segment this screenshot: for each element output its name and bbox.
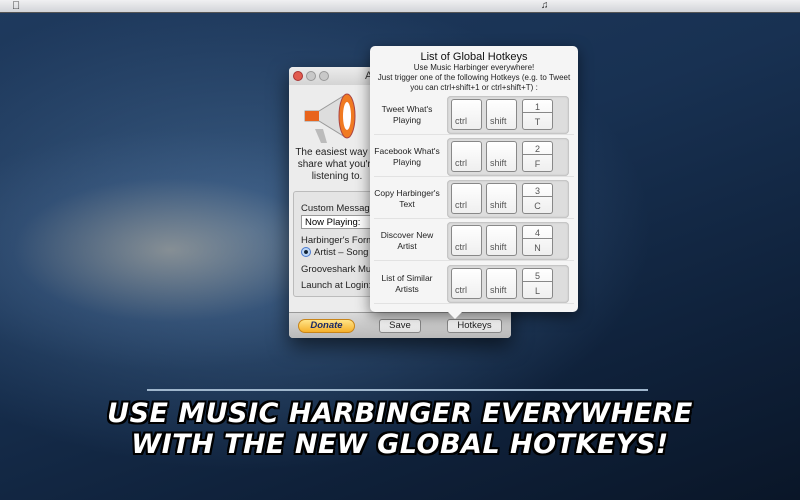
shift-key: shift	[486, 99, 517, 130]
menu-bar:  ♫	[0, 0, 800, 13]
window-footer: Donate Save Hotkeys	[289, 312, 511, 338]
hotkey-combo: ctrl shift 3C	[447, 180, 569, 218]
launch-at-login-label: Launch at Login:	[301, 280, 372, 291]
hotkey-combo: ctrl shift 5L	[447, 265, 569, 303]
popover-instructions: Just trigger one of the following Hotkey…	[377, 73, 571, 92]
hotkeys-button[interactable]: Hotkeys	[447, 319, 502, 333]
number-letter-key: 5L	[522, 268, 553, 299]
key-number: 2	[523, 144, 552, 155]
minimize-button[interactable]	[306, 71, 316, 81]
divider	[147, 389, 648, 391]
caption-line-1: USE MUSIC HARBINGER EVERYWHERE	[107, 398, 693, 429]
format-radio[interactable]	[301, 247, 311, 257]
key-label: ctrl	[455, 242, 467, 252]
hotkey-action-label: List of Similar Artists	[381, 273, 433, 294]
custom-message-label: Custom Message	[301, 203, 375, 214]
grooveshark-label: Grooveshark Musi	[301, 264, 379, 275]
number-letter-key: 3C	[522, 183, 553, 214]
hotkeys-popover: List of Global Hotkeys Use Music Harbing…	[370, 46, 578, 319]
key-number: 1	[523, 102, 552, 113]
megaphone-icon	[304, 93, 356, 143]
key-label: shift	[490, 285, 507, 295]
ctrl-key: ctrl	[451, 99, 482, 130]
hotkey-combo: ctrl shift 2F	[447, 138, 569, 176]
key-label: ctrl	[455, 200, 467, 210]
format-label: Harbinger's Forma	[301, 235, 380, 246]
shift-key: shift	[486, 225, 517, 256]
hotkey-row: Copy Harbinger's Text ctrl shift 3C	[374, 179, 574, 219]
ctrl-key: ctrl	[451, 268, 482, 299]
popover-subtitle: Use Music Harbinger everywhere!	[413, 63, 535, 72]
apple-icon[interactable]: 	[12, 0, 20, 12]
zoom-button[interactable]	[319, 71, 329, 81]
hotkey-row: Facebook What's Playing ctrl shift 2F	[374, 137, 574, 177]
custom-message-input[interactable]: Now Playing:	[301, 215, 381, 229]
number-letter-key: 4N	[522, 225, 553, 256]
app-description: The easiest way to share what you're lis…	[295, 147, 379, 182]
hotkey-action-label: Tweet What's Playing	[381, 104, 433, 125]
key-label: shift	[490, 242, 507, 252]
key-label: ctrl	[455, 116, 467, 126]
hotkey-combo: ctrl shift 1T	[447, 96, 569, 134]
key-label: shift	[490, 116, 507, 126]
promo-caption: USE MUSIC HARBINGER EVERYWHERE WITH THE …	[100, 398, 700, 460]
donate-button[interactable]: Donate	[298, 319, 355, 333]
hotkey-row: Tweet What's Playing ctrl shift 1T	[374, 95, 574, 135]
key-label: shift	[490, 158, 507, 168]
key-number: 3	[523, 186, 552, 197]
key-letter: L	[534, 286, 540, 296]
hotkey-row: List of Similar Artists ctrl shift 5L	[374, 264, 574, 304]
key-letter: F	[534, 159, 541, 169]
number-letter-key: 2F	[522, 141, 553, 172]
shift-key: shift	[486, 183, 517, 214]
shift-key: shift	[486, 268, 517, 299]
popover-title: List of Global Hotkeys	[420, 51, 528, 63]
hotkey-action-label: Facebook What's Playing	[374, 146, 440, 167]
hotkey-row: Discover New Artist ctrl shift 4N	[374, 221, 574, 261]
key-label: ctrl	[455, 285, 467, 295]
key-number: 4	[523, 228, 552, 239]
ctrl-key: ctrl	[451, 225, 482, 256]
caption-line-2: WITH THE NEW GLOBAL HOTKEYS!	[131, 429, 669, 460]
number-letter-key: 1T	[522, 99, 553, 130]
key-letter: T	[534, 117, 541, 127]
key-letter: C	[534, 201, 541, 211]
hotkey-combo: ctrl shift 4N	[447, 222, 569, 260]
ctrl-key: ctrl	[451, 141, 482, 172]
save-button[interactable]: Save	[379, 319, 421, 333]
key-number: 5	[523, 271, 552, 282]
format-option-label: Artist – Song N	[314, 247, 378, 258]
key-letter: N	[534, 243, 541, 253]
hotkey-action-label: Copy Harbinger's Text	[374, 188, 440, 209]
hotkey-action-label: Discover New Artist	[380, 230, 434, 251]
shift-key: shift	[486, 141, 517, 172]
ctrl-key: ctrl	[451, 183, 482, 214]
music-harbinger-menu-icon[interactable]: ♫	[541, 0, 549, 11]
key-label: shift	[490, 200, 507, 210]
key-label: ctrl	[455, 158, 467, 168]
close-button[interactable]	[293, 71, 303, 81]
